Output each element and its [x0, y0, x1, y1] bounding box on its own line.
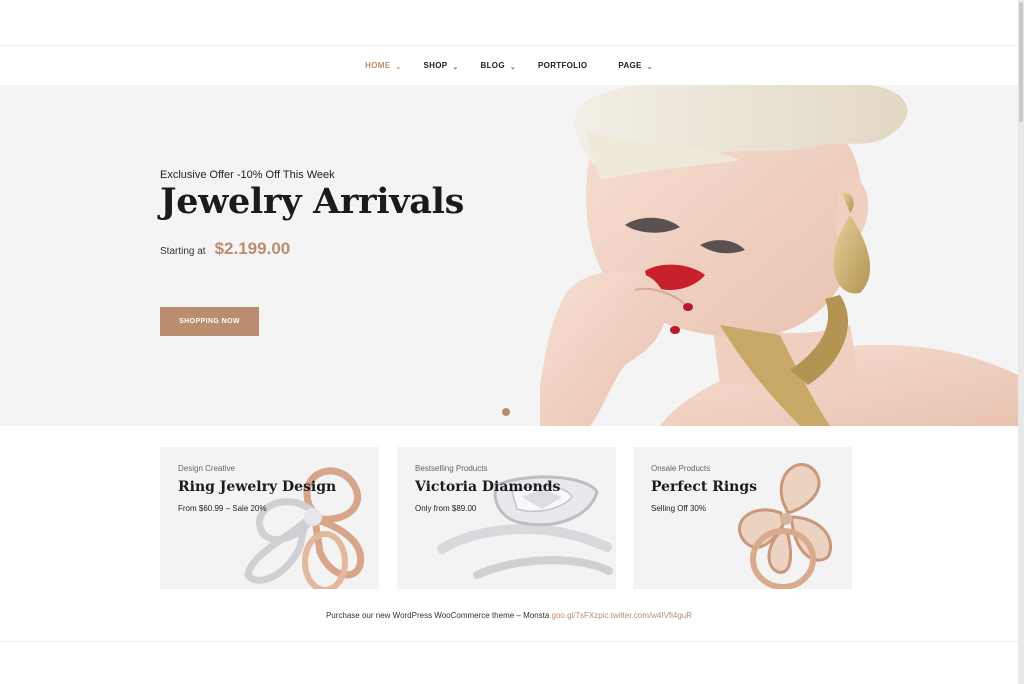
banner-desc: From $60.99 – Sale 20% [178, 504, 267, 513]
hero-slider: Exclusive Offer -10% Off This Week Jewel… [0, 85, 1018, 426]
chevron-down-icon: ⌄ [395, 63, 402, 71]
hero-title: Jewelry Arrivals [160, 181, 465, 222]
nav-item-label: PAGE [618, 61, 642, 70]
nav-item-label: PORTFOLIO [538, 61, 588, 70]
shopping-now-button[interactable]: SHOPPING NOW [160, 307, 259, 336]
nav-item-home[interactable]: HOME ⌄ [365, 61, 402, 71]
nav-item-blog[interactable]: BLOG ⌄ [480, 61, 517, 71]
scrollbar-thumb[interactable] [1019, 2, 1023, 122]
nav-item-page[interactable]: PAGE ⌄ [618, 61, 653, 71]
nav-item-portfolio[interactable]: PORTFOLIO [538, 61, 587, 70]
nav-item-label: BLOG [480, 61, 505, 70]
page-scrollbar[interactable] [1018, 0, 1024, 684]
chevron-down-icon: ⌄ [452, 63, 459, 71]
section-divider [0, 641, 1018, 642]
nav-item-label: HOME [365, 61, 391, 70]
chevron-down-icon: ⌄ [646, 63, 653, 71]
banner-victoria-diamonds[interactable]: Bestselling Products Victoria Diamonds O… [397, 447, 616, 589]
banner-ring-jewelry-design[interactable]: Design Creative Ring Jewelry Design From… [160, 447, 379, 589]
banner-title: Perfect Rings [651, 479, 758, 495]
main-nav: HOME ⌄ SHOP ⌄ BLOG ⌄ PORTFOLIO PAGE ⌄ [0, 46, 1018, 85]
banner-subtitle: Onsale Products [651, 464, 711, 473]
hero-offer-text: Exclusive Offer -10% Off This Week [160, 169, 335, 181]
banner-subtitle: Design Creative [178, 464, 235, 473]
banner-title: Victoria Diamonds [415, 479, 561, 495]
banner-perfect-rings[interactable]: Onsale Products Perfect Rings Selling Of… [633, 447, 852, 589]
footer-note-link[interactable]: goo.gl/7sFXzpic.twitter.com/w4IVfi4guR [552, 611, 693, 620]
footer-note-text: Purchase our new WordPress WooCommerce t… [325, 611, 552, 620]
hero-price: $2.199.00 [214, 239, 291, 258]
banner-title: Ring Jewelry Design [178, 479, 337, 495]
banner-desc: Only from $89.00 [415, 504, 477, 513]
slider-dot[interactable] [502, 408, 510, 416]
top-header-bar [0, 0, 1018, 46]
banner-subtitle: Bestselling Products [415, 464, 488, 473]
hero-model-image [540, 85, 1018, 426]
banner-desc: Selling Off 30% [651, 504, 706, 513]
nav-item-label: SHOP [423, 61, 448, 70]
footer-note: Purchase our new WordPress WooCommerce t… [0, 611, 1018, 620]
hero-price-row: Starting at $2.199.00 [160, 239, 290, 259]
nav-item-shop[interactable]: SHOP ⌄ [423, 61, 459, 71]
starting-at-label: Starting at [160, 246, 206, 257]
chevron-down-icon: ⌄ [509, 63, 517, 71]
promo-banners: Design Creative Ring Jewelry Design From… [160, 447, 852, 589]
